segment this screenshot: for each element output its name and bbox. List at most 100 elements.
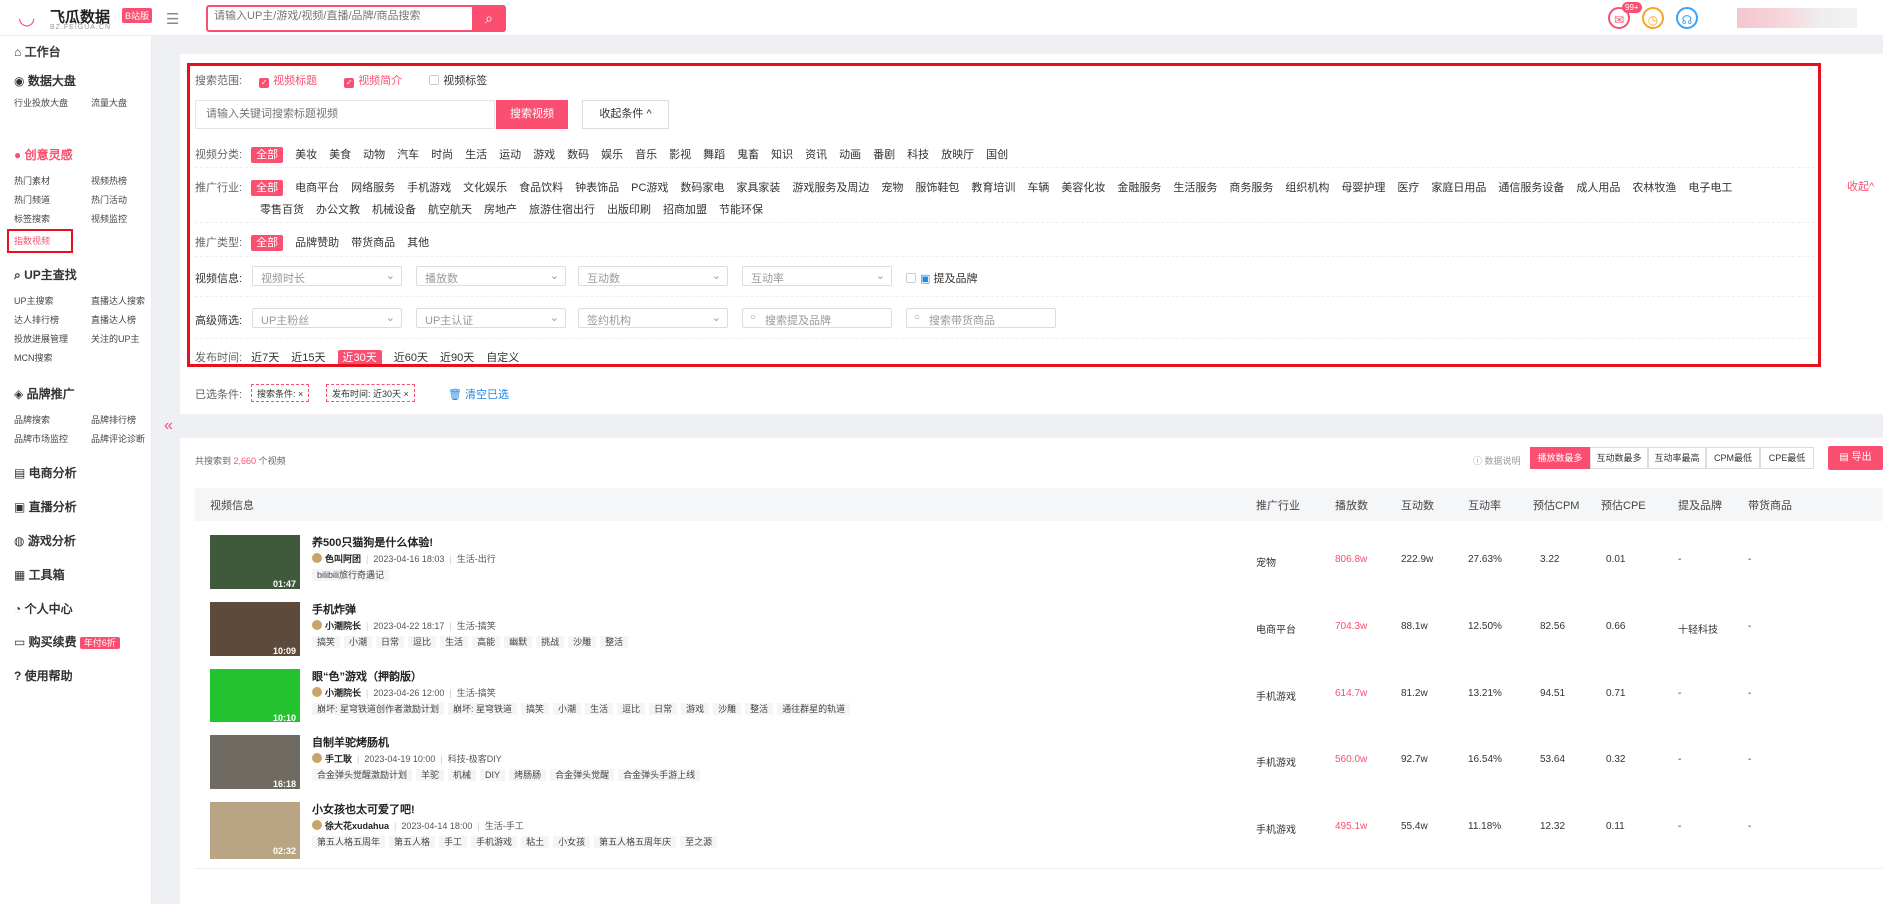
video-tag[interactable]: 烤肠肠 <box>509 769 547 781</box>
clear-chosen-button[interactable]: 🗑 清空已选 <box>448 386 509 402</box>
user-avatar[interactable] <box>1737 8 1857 28</box>
nav-sub-item[interactable]: 品牌评论诊断 <box>91 432 145 445</box>
nav-sub-item[interactable]: 行业投放大盘 <box>14 96 68 109</box>
sort-cpm-button[interactable]: CPM最低 <box>1706 447 1760 469</box>
nav-sub-item[interactable]: 直播达人榜 <box>91 313 136 326</box>
video-author[interactable]: 小潮院长 <box>325 621 361 631</box>
video-thumbnail[interactable]: 16:18 <box>210 735 300 792</box>
video-thumbnail[interactable]: 10:09 <box>210 602 300 659</box>
video-title[interactable]: 手机炸弹 <box>312 601 356 617</box>
video-tag[interactable]: 小潮 <box>553 703 582 715</box>
video-tag[interactable]: 合金弹头觉醒 <box>550 769 615 781</box>
video-tag[interactable]: 生活 <box>585 703 614 715</box>
video-tag[interactable]: 整活 <box>745 703 774 715</box>
nav-sub-item[interactable]: 品牌搜索 <box>14 413 50 426</box>
video-tag[interactable]: 合金弹头觉醒激励计划 <box>312 769 413 781</box>
video-tag[interactable]: 崩坏: 星穹铁道 <box>448 703 518 715</box>
video-tag[interactable]: 游戏 <box>681 703 710 715</box>
nav-game[interactable]: ◍ 游戏分析 <box>14 532 76 549</box>
sort-plays-button[interactable]: 播放数最多 <box>1530 447 1590 469</box>
video-tag[interactable]: 至之源 <box>680 836 718 848</box>
menu-toggle-icon[interactable]: ☰ <box>166 10 179 28</box>
nav-renew[interactable]: ▭ 购买续费 年付6折 <box>14 633 120 650</box>
video-tag[interactable]: 整活 <box>600 636 629 648</box>
video-author[interactable]: 手工耿 <box>325 754 352 764</box>
video-tag[interactable]: 逗比 <box>617 703 646 715</box>
nav-sub-item[interactable]: 品牌市场监控 <box>14 432 68 445</box>
sort-interactions-button[interactable]: 互动数最多 <box>1590 447 1648 469</box>
industry-fold-link[interactable]: 收起^ <box>1847 178 1874 194</box>
nav-sub-item[interactable]: 热门频道 <box>14 193 50 206</box>
nav-sub-item[interactable]: 流量大盘 <box>91 96 127 109</box>
video-title[interactable]: 养500只猫狗是什么体验! <box>312 534 433 550</box>
nav-sub-item[interactable]: 标签搜索 <box>14 212 50 225</box>
video-tag[interactable]: 生活 <box>440 636 469 648</box>
video-tag[interactable]: 日常 <box>649 703 678 715</box>
headset-icon[interactable]: ☊ <box>1676 7 1698 29</box>
nav-sub-item[interactable]: UP主搜索 <box>14 294 54 307</box>
collapse-sidebar-icon[interactable]: « <box>164 417 173 435</box>
video-tag[interactable]: 小女孩 <box>553 836 591 848</box>
video-title[interactable]: 眼“色”游戏（押韵版） <box>312 668 422 684</box>
video-tag[interactable]: 第五人格 <box>389 836 436 848</box>
sort-cpe-button[interactable]: CPE最低 <box>1760 447 1814 469</box>
video-tag[interactable]: 高能 <box>472 636 501 648</box>
logo[interactable]: ◡ 飞瓜数据 B站版 BZ.FEIGUA.CN <box>18 6 178 32</box>
video-tag[interactable]: 通往群星的轨道 <box>777 703 851 715</box>
video-tag[interactable]: 逗比 <box>408 636 437 648</box>
video-author[interactable]: 小潮院长 <box>325 688 361 698</box>
video-tag[interactable]: 手工 <box>439 836 468 848</box>
nav-sub-item[interactable]: 视频热榜 <box>91 174 127 187</box>
video-tag[interactable]: 幽默 <box>504 636 533 648</box>
message-icon[interactable]: ✉ 99+ <box>1608 2 1642 29</box>
nav-sub-item[interactable]: 热门活动 <box>91 193 127 206</box>
video-tag[interactable]: 小潮 <box>344 636 373 648</box>
table-row[interactable]: 02:32 小女孩也太可爱了吧! 徐大花xudahua | 2023-04-14 1… <box>195 789 1883 869</box>
video-tag[interactable]: 合金弹头手游上线 <box>618 769 701 781</box>
chosen-chip[interactable]: 搜索条件: × <box>251 384 310 402</box>
video-tag[interactable]: 粘土 <box>521 836 550 848</box>
nav-sub-item[interactable]: 视频监控 <box>91 212 127 225</box>
video-author[interactable]: 徐大花xudahua <box>325 821 389 831</box>
video-title[interactable]: 小女孩也太可爱了吧! <box>312 801 415 817</box>
nav-sub-item[interactable]: 品牌排行榜 <box>91 413 136 426</box>
nav-sub-item[interactable]: 达人排行榜 <box>14 313 59 326</box>
sort-rate-button[interactable]: 互动率最高 <box>1648 447 1706 469</box>
video-thumbnail[interactable]: 02:32 <box>210 802 300 859</box>
video-tag[interactable]: 沙雕 <box>713 703 742 715</box>
export-button[interactable]: ▤ 导出 <box>1828 446 1883 470</box>
nav-sub-item[interactable]: 直播达人搜索 <box>91 294 145 307</box>
video-title[interactable]: 自制羊驼烤肠机 <box>312 734 389 750</box>
nav-workbench[interactable]: ⌂ 工作台 <box>14 43 61 60</box>
video-tag[interactable]: bilibili旅行奇遇记 <box>312 569 390 581</box>
nav-tools[interactable]: ▦ 工具箱 <box>14 566 65 583</box>
nav-brand[interactable]: ◈ 品牌推广 <box>14 385 75 402</box>
video-thumbnail[interactable]: 10:10 <box>210 669 300 726</box>
video-tag[interactable]: 搞笑 <box>312 636 341 648</box>
video-tag[interactable]: 沙雕 <box>568 636 597 648</box>
video-tag[interactable]: 第五人格五周年 <box>312 836 386 848</box>
nav-creative[interactable]: ● 创意灵感 <box>14 146 73 163</box>
nav-live[interactable]: ▣ 直播分析 <box>14 498 77 515</box>
global-search-input[interactable] <box>214 10 464 22</box>
nav-personal[interactable]: ◔ 个人中心 <box>14 600 73 617</box>
video-author[interactable]: 色叫阿团 <box>325 554 361 564</box>
video-tag[interactable]: DIY <box>480 769 506 781</box>
video-tag[interactable]: 手机游戏 <box>471 836 518 848</box>
video-tag[interactable]: 机械 <box>448 769 477 781</box>
video-tag[interactable]: 崩坏: 星穹铁道创作者激励计划 <box>312 703 445 715</box>
nav-sub-item[interactable]: 关注的UP主 <box>91 332 140 345</box>
global-search-button[interactable]: ⌕ <box>472 5 506 32</box>
video-tag[interactable]: 第五人格五周年庆 <box>594 836 677 848</box>
data-note-link[interactable]: ⓘ 数据说明 <box>1473 454 1521 467</box>
clock-icon[interactable]: ◷ <box>1642 7 1664 29</box>
nav-sub-item[interactable]: MCN搜索 <box>14 351 53 364</box>
video-tag[interactable]: 日常 <box>376 636 405 648</box>
video-tag[interactable]: 搞笑 <box>521 703 550 715</box>
chosen-chip[interactable]: 发布时间: 近30天 × <box>326 384 415 402</box>
nav-sub-item[interactable]: 热门素材 <box>14 174 50 187</box>
video-tag[interactable]: 羊驼 <box>416 769 445 781</box>
nav-sub-item[interactable]: 投放进展管理 <box>14 332 68 345</box>
nav-upsearch[interactable]: ⌕ UP主查找 <box>14 266 77 283</box>
nav-dashboard[interactable]: ◉ 数据大盘 <box>14 72 76 89</box>
